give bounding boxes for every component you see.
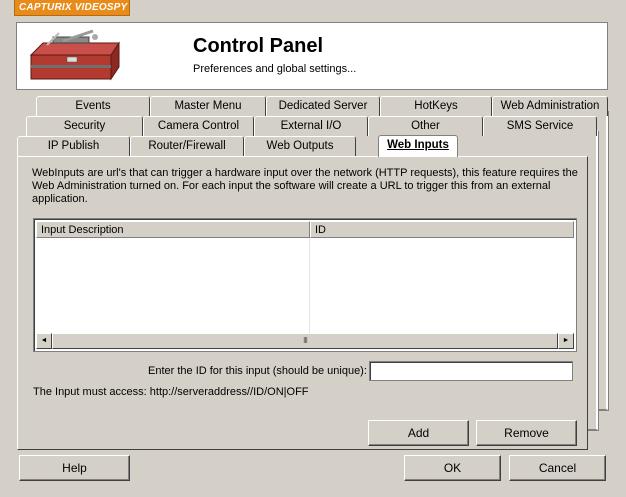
id-field-label: Enter the ID for this input (should be u… bbox=[148, 365, 367, 377]
tab-dedicated-server[interactable]: Dedicated Server bbox=[266, 96, 380, 116]
tab-sms-service[interactable]: SMS Service bbox=[483, 116, 597, 136]
column-input-description[interactable]: Input Description bbox=[36, 221, 310, 238]
list-body[interactable] bbox=[36, 238, 574, 333]
access-url-text: The Input must access: http://serveraddr… bbox=[33, 386, 309, 398]
toolbox-icon bbox=[29, 29, 120, 81]
tab-web-outputs[interactable]: Web Outputs bbox=[244, 136, 356, 156]
header-banner: Control Panel Preferences and global set… bbox=[16, 22, 608, 90]
tab-camera-control[interactable]: Camera Control bbox=[143, 116, 254, 136]
ok-button[interactable]: OK bbox=[404, 455, 501, 481]
scroll-left-button[interactable]: ◄ bbox=[36, 333, 52, 349]
help-button[interactable]: Help bbox=[19, 455, 130, 481]
add-button[interactable]: Add bbox=[368, 420, 469, 446]
web-inputs-panel: WebInputs are url's that can trigger a h… bbox=[17, 156, 588, 450]
column-id[interactable]: ID bbox=[310, 221, 574, 238]
web-inputs-list[interactable]: Input Description ID ◄ III ► bbox=[33, 218, 577, 352]
page-title: Control Panel bbox=[193, 35, 324, 57]
remove-button[interactable]: Remove bbox=[476, 420, 577, 446]
tab-master-menu[interactable]: Master Menu bbox=[150, 96, 266, 116]
cancel-button[interactable]: Cancel bbox=[509, 455, 606, 481]
column-divider bbox=[309, 238, 310, 333]
web-inputs-description: WebInputs are url's that can trigger a h… bbox=[32, 167, 578, 205]
scroll-right-button[interactable]: ► bbox=[558, 333, 574, 349]
horizontal-scrollbar[interactable]: ◄ III ► bbox=[36, 333, 574, 349]
tab-security[interactable]: Security bbox=[26, 116, 143, 136]
list-header: Input Description ID bbox=[36, 221, 574, 238]
tab-external-io[interactable]: External I/O bbox=[254, 116, 368, 136]
tab-other[interactable]: Other bbox=[368, 116, 483, 136]
input-id-field[interactable] bbox=[369, 361, 573, 381]
tab-ip-publish[interactable]: IP Publish bbox=[17, 136, 130, 156]
page-subtitle: Preferences and global settings... bbox=[193, 63, 357, 75]
tab-events[interactable]: Events bbox=[36, 96, 150, 116]
tab-web-administration[interactable]: Web Administration bbox=[492, 96, 608, 116]
app-badge: CAPTURIX VIDEOSPY bbox=[14, 0, 130, 16]
tab-web-inputs[interactable]: Web Inputs bbox=[378, 135, 458, 157]
scroll-thumb[interactable]: III bbox=[52, 333, 558, 349]
tab-router-firewall[interactable]: Router/Firewall bbox=[130, 136, 244, 156]
tab-hotkeys[interactable]: HotKeys bbox=[380, 96, 492, 116]
